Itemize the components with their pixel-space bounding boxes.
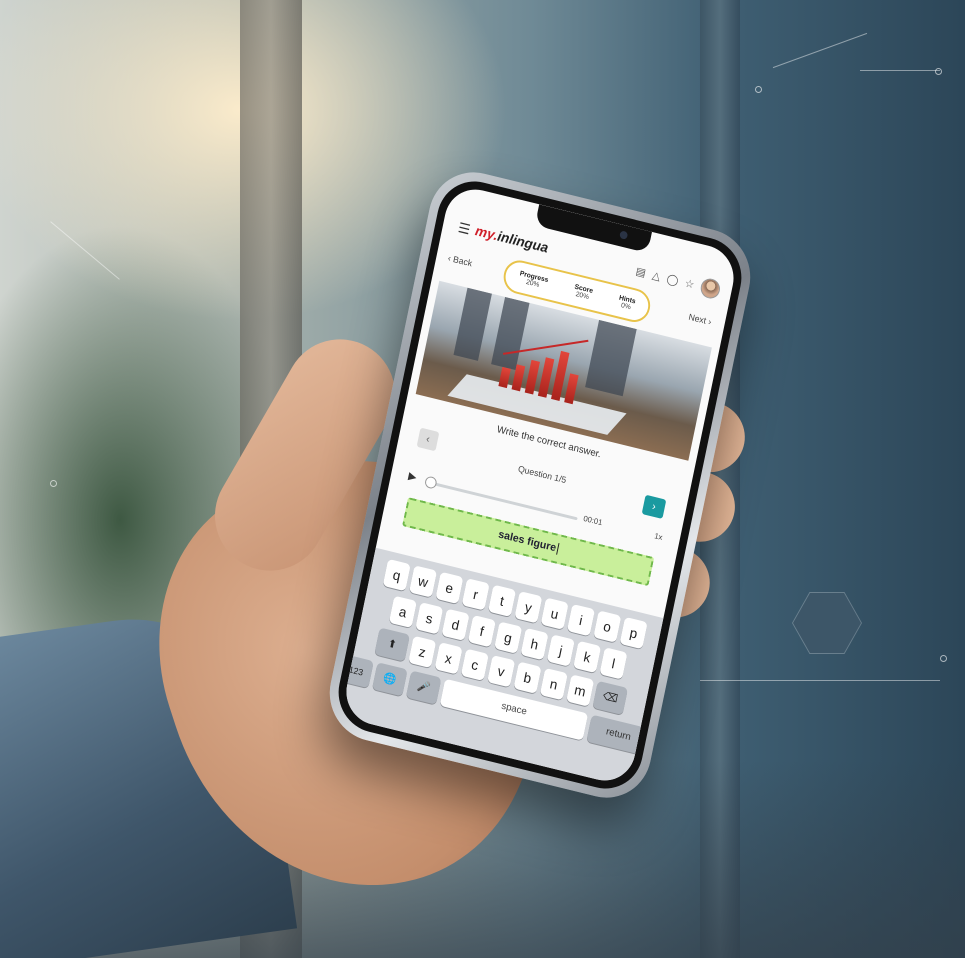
return-key[interactable]: return [586,714,651,756]
key-r[interactable]: r [461,578,490,611]
key-f[interactable]: f [467,615,496,648]
key-h[interactable]: h [520,627,549,661]
circuit-line [772,32,868,69]
circuit-node [935,68,942,75]
key-o[interactable]: o [593,610,622,643]
numbers-key[interactable]: 123 [340,653,374,689]
trophy-icon[interactable]: ☆ [684,276,696,291]
chart-bar [564,373,579,405]
logo-prefix: my. [473,222,500,244]
key-u[interactable]: u [540,597,569,630]
key-k[interactable]: k [573,640,602,674]
audio-time: 00:01 [582,514,604,528]
shift-key[interactable]: ⬆ [374,627,410,662]
back-label: Back [452,254,474,269]
globe-icon[interactable]: 🌐 [372,662,408,697]
window-pane [491,296,530,371]
avatar[interactable] [698,276,722,301]
playback-speed[interactable]: 1x [654,531,664,542]
next-button[interactable]: Next › [688,312,713,327]
progress-stat: Progress 20% [518,270,549,290]
notebook-icon[interactable]: ▤ [635,264,647,279]
key-j[interactable]: j [546,634,575,667]
microphone-icon[interactable]: 🎤 [405,670,442,705]
hexagon-decoration [792,592,862,654]
back-button[interactable]: ‹ Back [447,253,473,268]
answer-value: sales figure [497,528,558,555]
circuit-line [700,680,940,681]
key-v[interactable]: v [487,655,516,688]
next-label: Next [687,311,708,326]
key-t[interactable]: t [487,584,517,618]
key-b[interactable]: b [513,661,542,694]
key-l[interactable]: l [599,647,628,680]
key-a[interactable]: a [388,595,417,629]
hints-stat: Hints 0% [617,295,636,312]
play-icon[interactable]: ▶ [407,469,418,483]
circuit-line [50,221,120,280]
window-pane [453,287,492,361]
key-i[interactable]: i [566,603,596,637]
hints-value: 0% [620,302,632,312]
key-x[interactable]: x [434,642,463,675]
circuit-node [755,86,762,93]
key-z[interactable]: z [408,635,437,669]
logo-name: inlingua [496,227,550,256]
key-g[interactable]: g [494,621,523,654]
key-m[interactable]: m [566,674,595,707]
circuit-node [50,480,57,487]
key-d[interactable]: d [441,608,470,641]
key-p[interactable]: p [619,616,648,650]
circuit-node [940,655,947,662]
key-q[interactable]: q [382,558,411,592]
score-stat: Score 20% [572,284,594,302]
chat-icon[interactable]: ◯ [666,272,680,287]
menu-icon[interactable]: ☰ [457,219,472,238]
bell-icon[interactable]: △ [651,268,662,282]
circuit-line [860,70,940,71]
key-n[interactable]: n [539,667,568,701]
key-e[interactable]: e [435,571,464,605]
audio-scrubber[interactable] [424,475,438,490]
camera-icon [619,230,629,240]
key-c[interactable]: c [460,648,489,681]
window-pane [585,319,637,397]
key-w[interactable]: w [409,565,438,598]
backspace-key[interactable]: ⌫ [592,680,629,716]
key-y[interactable]: y [514,591,543,624]
next-question-button[interactable]: › [641,494,667,519]
key-s[interactable]: s [415,602,444,635]
chart-bar [524,359,540,395]
